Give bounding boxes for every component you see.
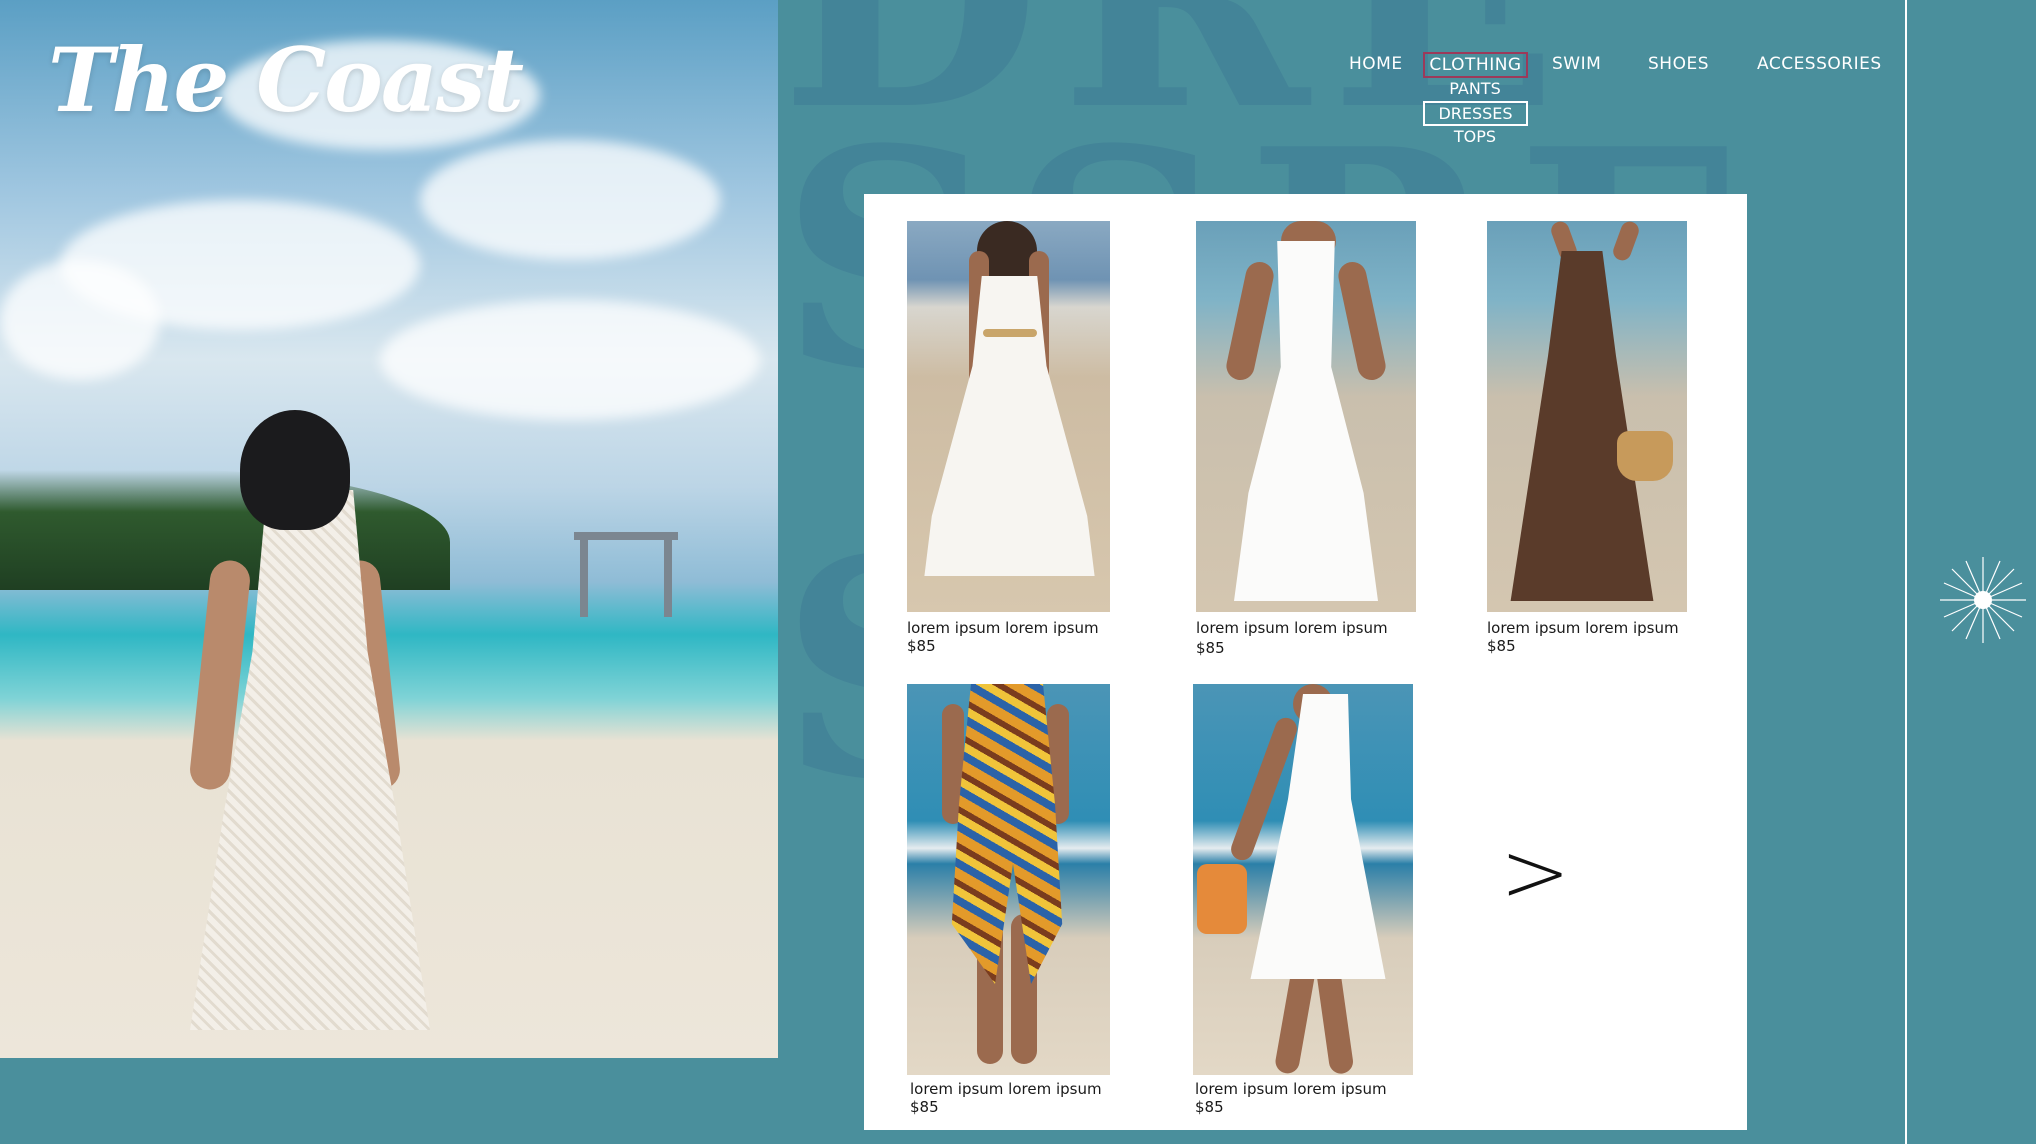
brand-logo[interactable]: The Coast bbox=[48, 28, 524, 132]
product-caption: lorem ipsum lorem ipsum bbox=[907, 619, 1099, 637]
product-price: $85 bbox=[910, 1098, 939, 1116]
sparkle-icon bbox=[1940, 557, 2026, 643]
product-price: $85 bbox=[1487, 637, 1516, 655]
product-image[interactable] bbox=[1193, 684, 1413, 1075]
product-caption: lorem ipsum lorem ipsum bbox=[1196, 619, 1388, 637]
nav-shoes[interactable]: SHOES bbox=[1648, 52, 1709, 76]
product-caption: lorem ipsum lorem ipsum bbox=[1195, 1080, 1387, 1098]
product-image[interactable] bbox=[907, 221, 1110, 612]
product-price: $85 bbox=[1195, 1098, 1224, 1116]
vertical-divider bbox=[1905, 0, 1907, 1144]
nav-home[interactable]: HOME bbox=[1349, 52, 1403, 76]
submenu-dresses[interactable]: DRESSES bbox=[1423, 101, 1528, 126]
nav-clothing[interactable]: CLOTHING bbox=[1423, 52, 1528, 78]
next-page-arrow-icon[interactable]: > bbox=[1500, 830, 1570, 914]
submenu-tops[interactable]: TOPS bbox=[1423, 126, 1527, 148]
product-image[interactable] bbox=[1196, 221, 1416, 612]
beach-swing bbox=[574, 532, 678, 540]
product-price: $85 bbox=[907, 637, 936, 655]
nav-swim[interactable]: SWIM bbox=[1552, 52, 1601, 76]
hero-beach-photo: The Coast bbox=[0, 0, 778, 1058]
model-figure bbox=[180, 410, 440, 1030]
product-image[interactable] bbox=[1487, 221, 1687, 612]
product-caption: lorem ipsum lorem ipsum bbox=[1487, 619, 1679, 637]
product-caption: lorem ipsum lorem ipsum bbox=[910, 1080, 1102, 1098]
product-image[interactable] bbox=[907, 684, 1110, 1075]
nav-accessories[interactable]: ACCESSORIES bbox=[1757, 52, 1882, 76]
product-price: $85 bbox=[1196, 639, 1225, 657]
submenu-pants[interactable]: PANTS bbox=[1423, 78, 1527, 100]
